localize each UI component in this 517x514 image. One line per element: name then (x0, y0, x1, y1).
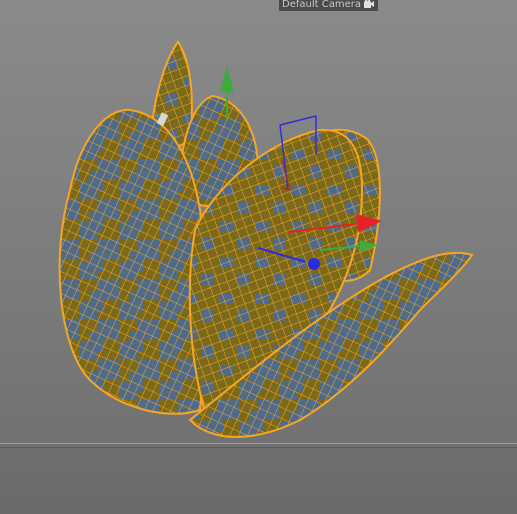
scene-canvas[interactable] (0, 0, 517, 514)
petal-left[interactable] (58, 108, 207, 415)
camera-name: Default Camera (282, 0, 361, 10)
camera-label[interactable]: Default Camera (279, 0, 378, 11)
3d-viewport[interactable]: Default Camera (0, 0, 517, 514)
camera-icon[interactable] (363, 0, 374, 8)
